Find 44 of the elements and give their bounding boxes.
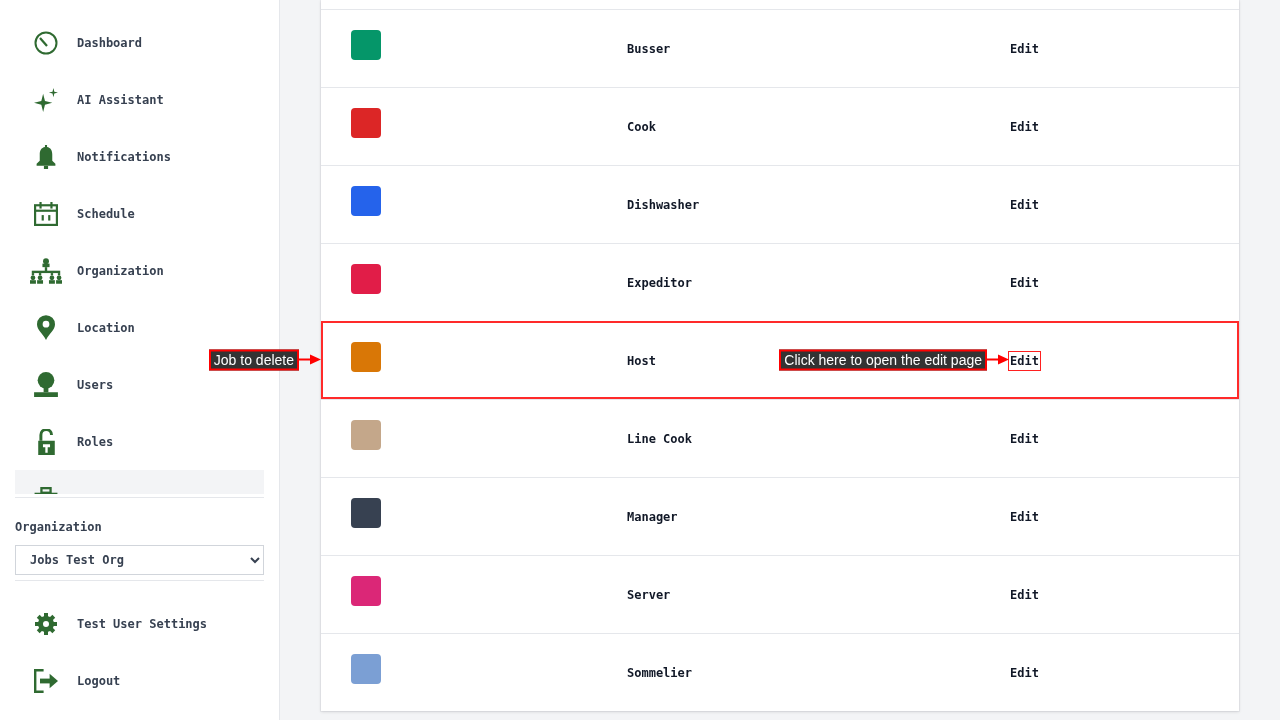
job-name: Manager (627, 509, 678, 524)
job-name: Server (627, 587, 671, 602)
organization-label: Organization (15, 519, 102, 535)
nav-item[interactable]: Roles (15, 413, 129, 470)
nav-item[interactable]: Dashboard (15, 14, 158, 71)
job-name: Host (627, 353, 656, 368)
callout-label: Click here to open the edit page (779, 349, 987, 370)
user-icon (34, 372, 58, 397)
logout-icon (34, 668, 58, 693)
job-name: Sommelier (627, 665, 693, 680)
pointer-arrow (299, 353, 321, 366)
bell-icon (35, 144, 57, 169)
settings-icon (34, 611, 58, 636)
edit-link[interactable]: Edit (1010, 664, 1039, 681)
callout-label: Job to delete (208, 349, 299, 370)
padlock-icon (37, 428, 55, 455)
map-pin-icon (37, 315, 55, 340)
edit-link[interactable]: Edit (1010, 352, 1039, 369)
nav-item[interactable]: Schedule (15, 185, 150, 242)
nav-item[interactable]: Users (15, 356, 129, 413)
edit-link[interactable]: Edit (1010, 508, 1039, 525)
edit-link[interactable]: Edit (1010, 430, 1039, 447)
settings-link[interactable]: Test User Settings (15, 595, 223, 652)
edit-link[interactable]: Edit (1010, 196, 1039, 213)
pointer-arrow (987, 353, 1009, 366)
logout-link[interactable]: Logout (15, 652, 136, 709)
edit-link[interactable]: Edit (1010, 118, 1039, 135)
sparkle-icon (34, 87, 58, 112)
edit-link[interactable]: Edit (1010, 274, 1039, 291)
job-name: Cook (627, 119, 656, 134)
gauge-icon (34, 30, 58, 55)
calendar-icon (34, 201, 58, 226)
nav-item[interactable]: Location (15, 299, 150, 356)
job-name: Busser (627, 41, 671, 56)
nav-item[interactable]: AI Assistant (15, 71, 179, 128)
edit-link[interactable]: Edit (1010, 586, 1039, 603)
job-name: Line Cook (627, 431, 693, 446)
nav-item[interactable]: Organization (15, 242, 179, 299)
org-chart-icon (30, 257, 62, 284)
organization-select[interactable]: Jobs Test Org (15, 545, 264, 575)
edit-link[interactable]: Edit (1010, 40, 1039, 57)
job-name: Dishwasher (627, 197, 700, 212)
job-name: Expeditor (627, 275, 693, 290)
nav-item[interactable]: Notifications (15, 128, 186, 185)
